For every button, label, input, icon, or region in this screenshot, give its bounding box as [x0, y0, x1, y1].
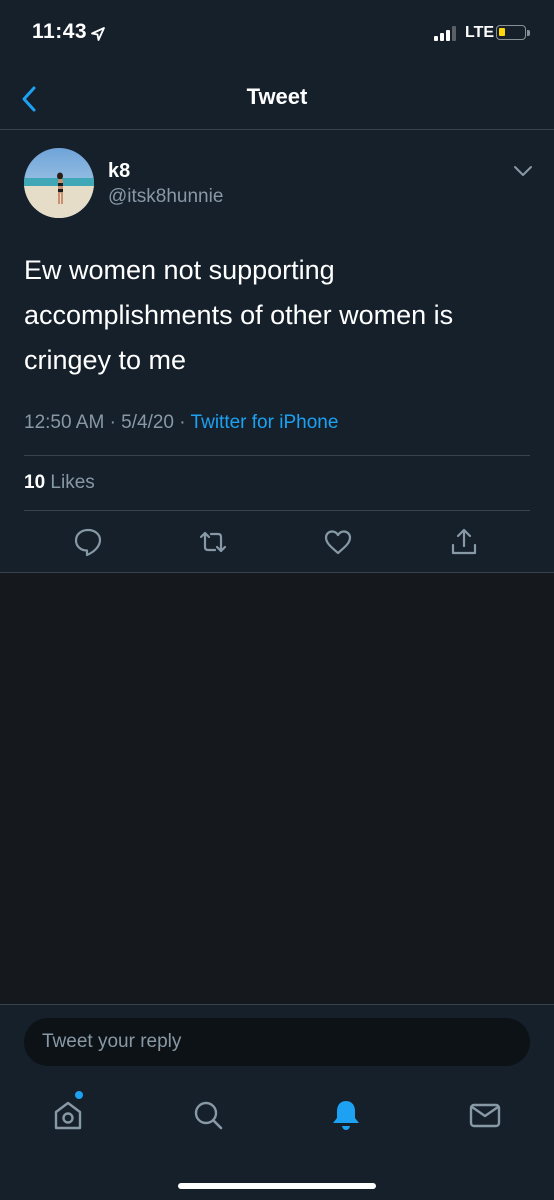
avatar-photo	[24, 148, 94, 218]
tweet-meta: 12:50 AM · 5/4/20 · Twitter for iPhone	[24, 412, 338, 434]
retweet-icon[interactable]	[197, 526, 229, 558]
like-icon[interactable]	[322, 526, 354, 558]
status-bar: 11:43 LTE	[0, 0, 554, 68]
avatar[interactable]	[24, 148, 94, 218]
tweet-text: Ew women not supporting accomplishments …	[24, 255, 454, 375]
home-icon[interactable]	[50, 1097, 86, 1133]
reply-placeholder: Tweet your reply	[42, 1031, 182, 1052]
divider	[24, 455, 530, 456]
meta-separator: ·	[109, 412, 116, 433]
nav-bar: Tweet	[0, 68, 554, 130]
search-icon[interactable]	[190, 1097, 226, 1133]
reply-input[interactable]: Tweet your reply	[24, 1018, 530, 1066]
notifications-icon[interactable]	[328, 1097, 364, 1133]
home-indicator	[178, 1183, 376, 1189]
tweet-source-link[interactable]: Twitter for iPhone	[191, 412, 339, 433]
user-handle[interactable]: @itsk8hunnie	[108, 186, 223, 208]
battery-icon	[496, 25, 526, 40]
messages-icon[interactable]	[467, 1097, 503, 1133]
likes-count[interactable]: 10 Likes	[24, 472, 95, 494]
bottom-panel: Tweet your reply	[0, 1004, 554, 1200]
likes-number: 10	[24, 472, 46, 493]
page-title: Tweet	[246, 84, 308, 109]
share-icon[interactable]	[448, 526, 480, 558]
divider	[0, 572, 554, 573]
notification-dot	[75, 1091, 83, 1099]
tweet-date: 5/4/20	[121, 412, 174, 433]
signal-icon	[434, 25, 460, 41]
chevron-down-icon[interactable]	[512, 164, 534, 178]
location-arrow-icon	[91, 27, 105, 41]
display-name[interactable]: k8	[108, 160, 130, 183]
network-label: LTE	[465, 24, 495, 41]
meta-separator: ·	[179, 412, 186, 433]
likes-label: Likes	[50, 472, 95, 493]
reply-icon[interactable]	[72, 526, 104, 558]
status-time: 11:43	[32, 20, 88, 43]
tweet-time: 12:50 AM	[24, 412, 105, 433]
battery-tip	[527, 30, 530, 36]
divider	[24, 510, 530, 511]
